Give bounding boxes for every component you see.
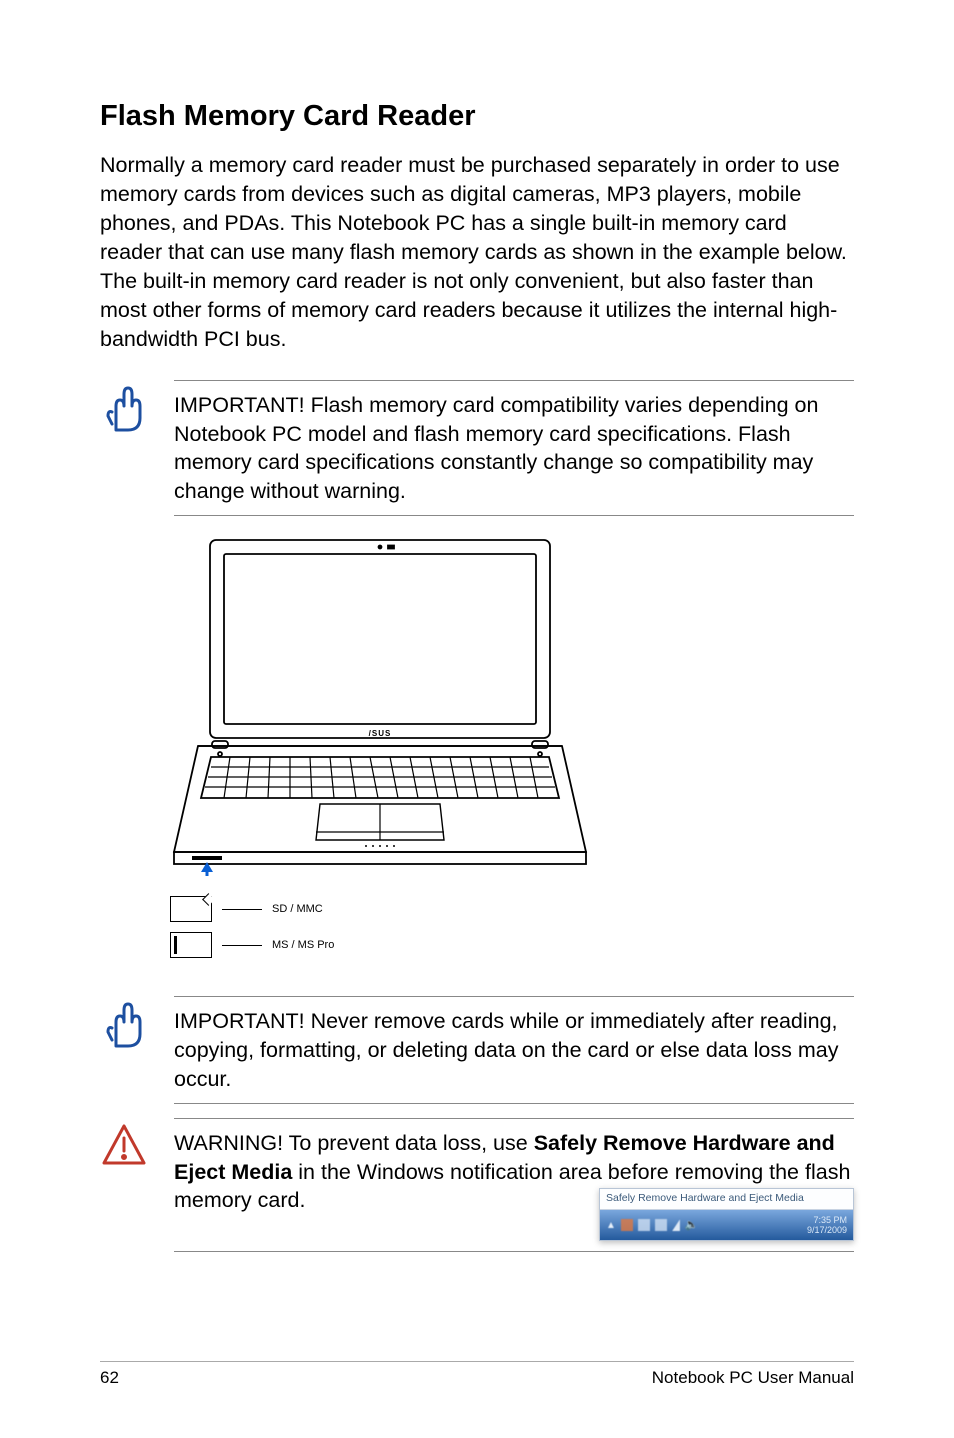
- hand-icon: [100, 380, 148, 434]
- warning-callout: WARNING! To prevent data loss, use Safel…: [100, 1118, 854, 1252]
- sd-card-item: SD / MMC: [170, 896, 854, 922]
- manual-title: Notebook PC User Manual: [652, 1368, 854, 1388]
- laptop-diagram: /SUS: [170, 536, 590, 876]
- ms-label: MS / MS Pro: [272, 933, 334, 957]
- page-number: 62: [100, 1368, 119, 1388]
- device-icon: [655, 1219, 667, 1231]
- ms-card-item: MS / MS Pro: [170, 932, 854, 958]
- tray-date: 9/17/2009: [807, 1225, 847, 1236]
- taskbar-tray: ▲ 🔈 7:35 PM 9/17/2009: [600, 1210, 853, 1240]
- card-legend: SD / MMC MS / MS Pro: [170, 896, 854, 958]
- page-footer: 62 Notebook PC User Manual: [100, 1361, 854, 1388]
- chevron-up-icon: ▲: [606, 1219, 616, 1232]
- network-icon: [638, 1219, 650, 1231]
- important-callout-2: IMPORTANT! Never remove cards while or i…: [100, 996, 854, 1104]
- important-1-text: IMPORTANT! Flash memory card compatibili…: [174, 380, 854, 516]
- speaker-icon: 🔈: [685, 1218, 699, 1233]
- svg-text:/SUS: /SUS: [369, 729, 392, 738]
- sd-label: SD / MMC: [272, 897, 323, 921]
- intro-paragraph: Normally a memory card reader must be pu…: [100, 151, 854, 354]
- sd-card-icon: [170, 896, 212, 922]
- warning-text: WARNING! To prevent data loss, use Safel…: [174, 1118, 854, 1252]
- legend-connector-line: [222, 909, 262, 910]
- section-heading: Flash Memory Card Reader: [100, 100, 854, 133]
- action-center-icon: [621, 1219, 633, 1231]
- ms-card-icon: [170, 932, 212, 958]
- warning-prefix: WARNING! To prevent data loss, use: [174, 1131, 534, 1155]
- system-tray-screenshot: Safely Remove Hardware and Eject Media ▲…: [599, 1188, 854, 1241]
- warning-icon: [100, 1118, 148, 1172]
- volume-icon: [672, 1219, 680, 1231]
- tray-time: 7:35 PM: [807, 1215, 847, 1226]
- legend-connector-line: [222, 945, 262, 946]
- important-callout-1: IMPORTANT! Flash memory card compatibili…: [100, 380, 854, 516]
- tray-tooltip-text: Safely Remove Hardware and Eject Media: [600, 1189, 853, 1210]
- important-2-text: IMPORTANT! Never remove cards while or i…: [174, 996, 854, 1104]
- hand-icon: [100, 996, 148, 1050]
